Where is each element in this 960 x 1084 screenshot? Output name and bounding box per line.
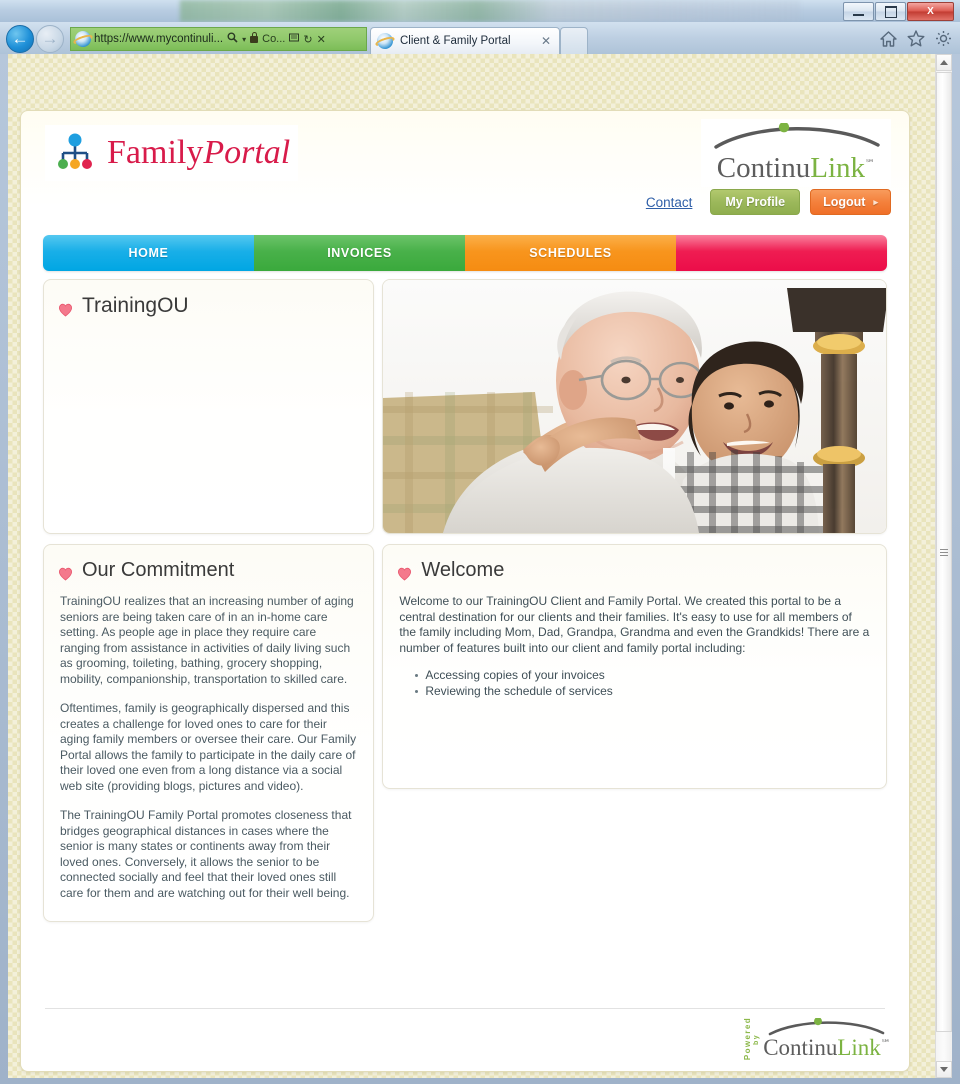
organization-title: TrainingOU [44, 280, 373, 318]
continulink-arc-icon [768, 1018, 885, 1036]
welcome-body: Welcome to our TrainingOU Client and Fam… [383, 582, 886, 715]
tab-strip: Client & Family Portal ✕ [370, 27, 560, 54]
commitment-title: Our Commitment [82, 559, 235, 581]
organization-card: TrainingOU [43, 279, 375, 534]
chevron-right-icon: ▸ [873, 196, 878, 207]
footer-brand-sm: ℠ [880, 1038, 891, 1050]
organization-name: TrainingOU [82, 294, 189, 317]
by-word: by [753, 1033, 761, 1045]
main-navigation: HOME INVOICES SCHEDULES [43, 235, 887, 271]
brand-continu-text: Continu [716, 152, 811, 184]
compatibility-view-icon[interactable] [289, 33, 300, 46]
commitment-paragraph: TrainingOU realizes that an increasing n… [60, 594, 354, 686]
welcome-feature-list: Accessing copies of your invoices Review… [399, 668, 870, 699]
page-viewport: FamilyPortal ContinuLink℠ Contact My Pro… [8, 54, 952, 1078]
address-bar[interactable]: https://www.mycontinuli... ▾ Co... ↻ ✕ [70, 27, 367, 51]
minimize-button[interactable] [843, 2, 874, 21]
window-controls: X [843, 2, 954, 21]
footer-divider [45, 1008, 885, 1009]
heart-icon [58, 564, 73, 580]
powered-word: Powered [743, 1017, 753, 1061]
stop-icon[interactable]: ✕ [317, 33, 326, 46]
logout-button[interactable]: Logout ▸ [810, 189, 891, 215]
tab-title: Client & Family Portal [400, 35, 511, 47]
hero-photo [382, 279, 887, 534]
brand-sm-mark: ℠ [865, 158, 876, 170]
nav-tab-home[interactable]: HOME [43, 235, 254, 271]
welcome-intro: Welcome to our TrainingOU Client and Fam… [399, 594, 870, 655]
commitment-paragraph: Oftentimes, family is geographically dis… [60, 701, 357, 793]
footer-brand-link: Link [837, 1035, 881, 1060]
address-url-text: https://www.mycontinuli... [94, 33, 224, 45]
logo-portal-text: Portal [203, 134, 291, 171]
nav-tab-schedules[interactable]: SCHEDULES [465, 235, 676, 271]
close-button[interactable]: X [907, 2, 954, 21]
nav-tab-invoices[interactable]: INVOICES [254, 235, 465, 271]
favorites-star-icon[interactable] [907, 30, 925, 47]
brand-link-text: Link [810, 152, 866, 184]
list-item: Reviewing the schedule of services [415, 684, 870, 700]
heart-icon [58, 299, 73, 317]
powered-by-continulink: Powered by ContinuLink℠ [741, 1011, 891, 1067]
maximize-button[interactable] [875, 2, 906, 21]
browser-window: X ← → https://www.mycontinuli... ▾ Co...… [0, 0, 960, 1084]
commitment-body: TrainingOU realizes that an increasing n… [44, 582, 373, 917]
new-tab-button[interactable] [560, 27, 588, 54]
browser-tool-icons [880, 30, 952, 47]
scroll-up-button[interactable] [936, 54, 952, 71]
continulink-arc-icon [714, 122, 880, 149]
continulink-logo: ContinuLink℠ [701, 119, 891, 187]
search-icon[interactable] [227, 32, 238, 46]
settings-gear-icon[interactable] [935, 30, 952, 47]
browser-tab[interactable]: Client & Family Portal ✕ [370, 27, 560, 54]
portal-content-sheet: FamilyPortal ContinuLink℠ Contact My Pro… [20, 110, 910, 1072]
scrollbar-thumb[interactable] [936, 72, 952, 1032]
commitment-title-row: Our Commitment [44, 545, 373, 582]
list-item: Accessing copies of your invoices [415, 668, 870, 684]
logo-family-text: Family [107, 134, 204, 171]
contact-link[interactable]: Contact [646, 195, 693, 210]
welcome-title-row: Welcome [383, 545, 886, 582]
my-profile-button[interactable]: My Profile [710, 189, 801, 215]
welcome-title: Welcome [421, 559, 505, 581]
chevron-down-icon[interactable]: ▾ [242, 35, 246, 44]
tab-close-icon[interactable]: ✕ [537, 34, 555, 48]
content-row-top: TrainingOU [43, 279, 887, 534]
scroll-down-button[interactable] [936, 1061, 952, 1078]
family-portal-logo[interactable]: FamilyPortal [45, 125, 299, 181]
commitment-paragraph: The TrainingOU Family Portal promotes cl… [60, 808, 352, 900]
welcome-card: Welcome Welcome to our TrainingOU Client… [382, 544, 887, 789]
commitment-card: Our Commitment TrainingOU realizes that … [43, 544, 375, 922]
vertical-scrollbar[interactable] [935, 54, 952, 1078]
browser-toolbar: ← → https://www.mycontinuli... ▾ Co... ↻… [0, 22, 960, 54]
grandfather-and-boy-photo [383, 280, 887, 533]
logout-label: Logout [823, 195, 866, 209]
forward-button[interactable]: → [36, 25, 64, 53]
back-button[interactable]: ← [6, 25, 34, 53]
portal-header: FamilyPortal ContinuLink℠ Contact My Pro… [21, 111, 909, 229]
footer-brand-continu: Continu [763, 1035, 838, 1060]
heart-icon [397, 564, 412, 580]
security-label: Co... [262, 33, 286, 45]
nav-tab-empty[interactable] [676, 235, 887, 271]
lock-icon [250, 31, 259, 43]
home-icon[interactable] [880, 30, 897, 47]
tab-favicon-icon [377, 33, 393, 49]
header-actions: Contact My Profile Logout ▸ [646, 189, 891, 215]
refresh-icon[interactable]: ↻ [303, 33, 312, 46]
window-titlebar: X [0, 0, 960, 22]
titlebar-background-artifact [180, 0, 800, 22]
powered-by-text: Powered [743, 1017, 753, 1061]
footer-continulink-logo: ContinuLink℠ [763, 1018, 891, 1060]
internet-explorer-icon [75, 31, 91, 47]
content-row-bottom: Our Commitment TrainingOU realizes that … [43, 544, 887, 922]
family-tree-icon [53, 131, 97, 175]
